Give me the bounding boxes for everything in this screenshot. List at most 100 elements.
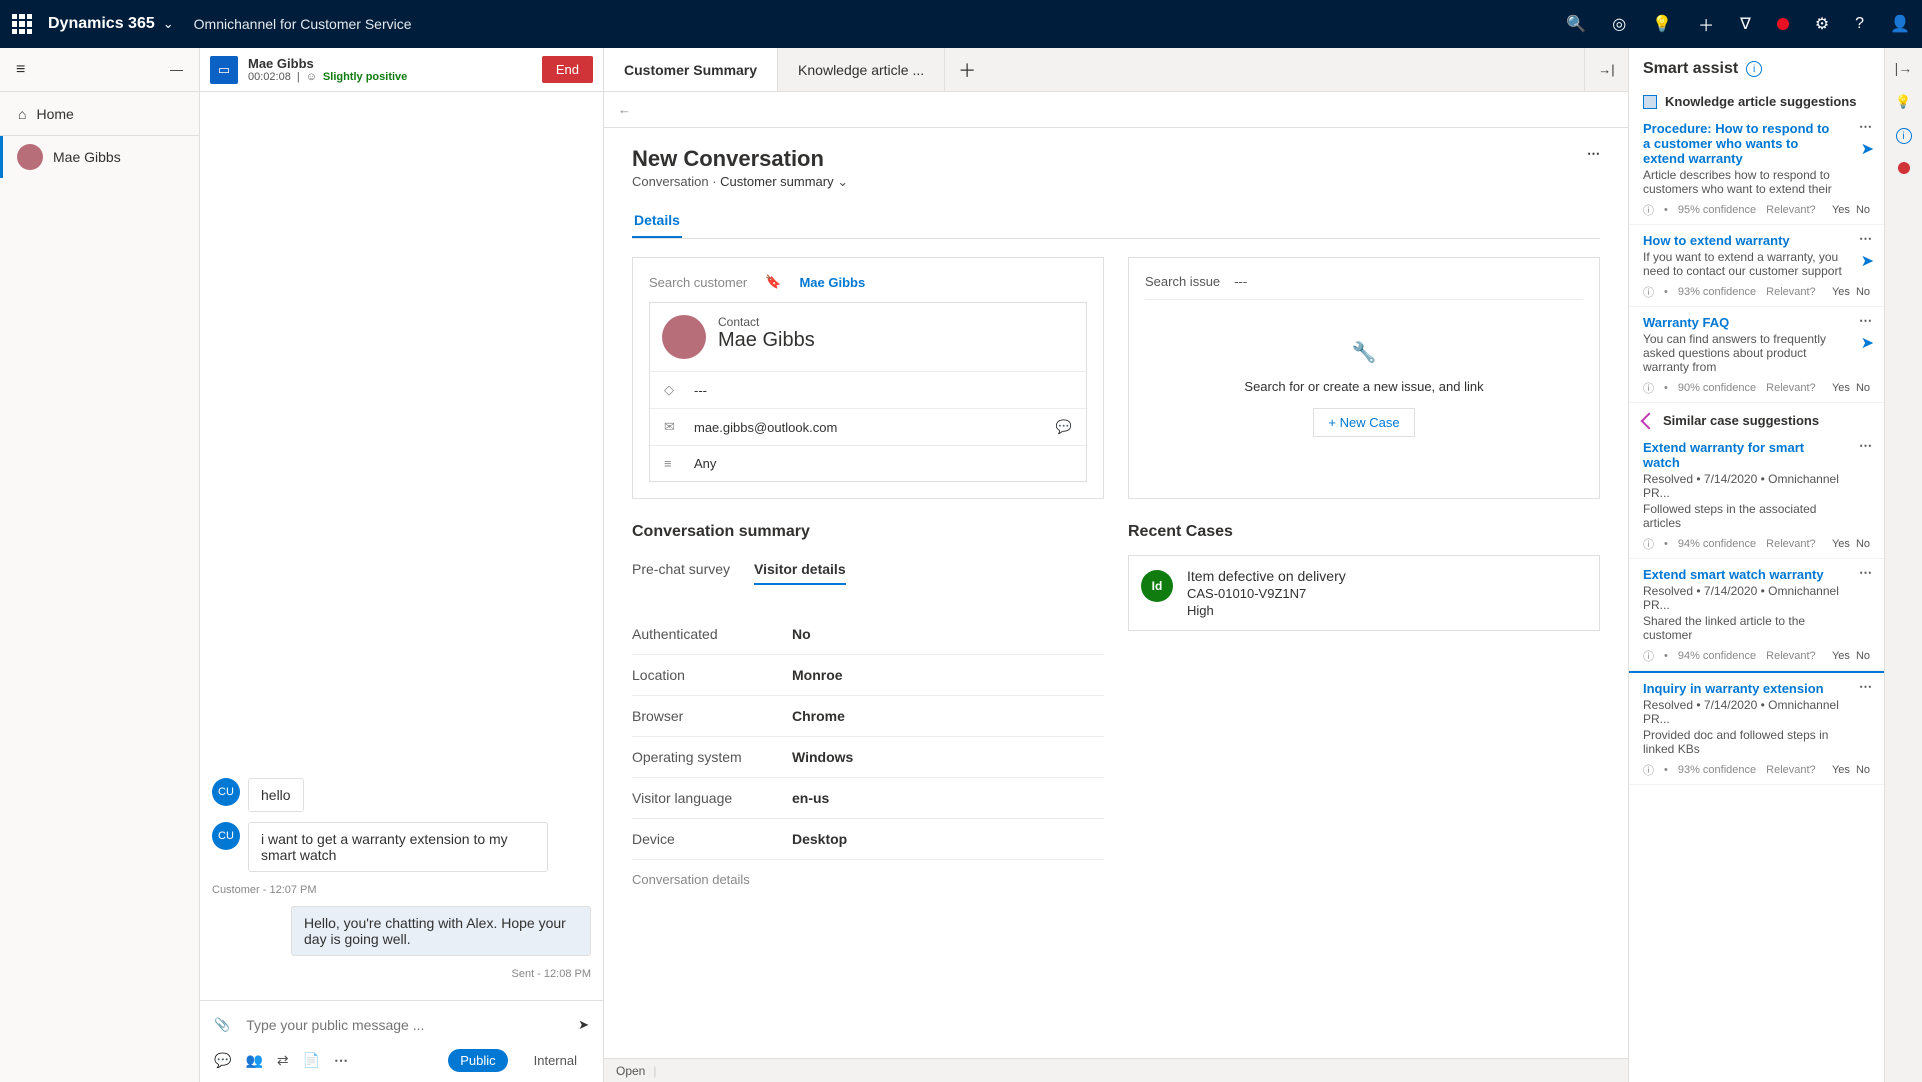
info-icon[interactable]: i bbox=[1896, 128, 1912, 144]
app-name: Omnichannel for Customer Service bbox=[194, 16, 412, 32]
send-icon[interactable]: ➤ bbox=[578, 1017, 589, 1033]
consult-icon[interactable]: 👥 bbox=[245, 1052, 262, 1069]
search-customer-label[interactable]: Search customer bbox=[649, 275, 747, 290]
search-icon[interactable]: 🔍 bbox=[1566, 14, 1586, 34]
suggestion-item[interactable]: How to extend warranty ➤ If you want to … bbox=[1629, 225, 1884, 307]
brand-name[interactable]: Dynamics 365 bbox=[48, 15, 155, 33]
breadcrumb: Conversation · Customer summary ⌄ bbox=[632, 174, 848, 190]
quick-reply-icon[interactable]: 💬 bbox=[214, 1052, 231, 1069]
section-title: Conversation summary bbox=[632, 523, 1104, 541]
list-icon: ≡ bbox=[664, 456, 680, 471]
sentiment-icon: ☺ bbox=[306, 71, 317, 83]
message-input[interactable] bbox=[240, 1011, 568, 1039]
add-icon[interactable]: ＋ bbox=[1698, 12, 1714, 36]
bookmark-icon: 🔖 bbox=[765, 274, 781, 290]
chat-icon[interactable]: 💬 bbox=[1056, 419, 1072, 435]
case-item[interactable]: Id Item defective on delivery CAS-01010-… bbox=[1128, 555, 1600, 631]
filter-icon[interactable]: ∇ bbox=[1740, 14, 1751, 34]
suggestion-item[interactable]: Warranty FAQ ➤ You can find answers to f… bbox=[1629, 307, 1884, 403]
case-section: Similar case suggestions bbox=[1629, 409, 1884, 432]
info-icon[interactable]: i bbox=[1746, 61, 1762, 77]
smart-assist-panel: Smart assist i Knowledge article suggest… bbox=[1628, 48, 1922, 1082]
tab-prechat[interactable]: Pre-chat survey bbox=[632, 555, 730, 585]
app-launcher-icon[interactable] bbox=[12, 14, 32, 34]
chat-message: hello bbox=[248, 778, 304, 812]
relevant-no[interactable]: No bbox=[1856, 538, 1870, 550]
suggestion-item[interactable]: Inquiry in warranty extension Resolved •… bbox=[1629, 671, 1884, 785]
relevant-yes[interactable]: Yes bbox=[1832, 538, 1850, 550]
chat-message: i want to get a warranty extension to my… bbox=[248, 822, 548, 872]
more-icon[interactable] bbox=[1859, 313, 1872, 329]
wrench-icon: 🔧 bbox=[1352, 340, 1377, 365]
more-commands-icon[interactable] bbox=[1587, 146, 1600, 162]
tab-visitor-details[interactable]: Visitor details bbox=[754, 555, 846, 585]
relevant-yes[interactable]: Yes bbox=[1832, 204, 1850, 216]
relevant-yes[interactable]: Yes bbox=[1832, 764, 1850, 776]
suggestion-item[interactable]: Procedure: How to respond to a customer … bbox=[1629, 113, 1884, 225]
user-icon[interactable]: 👤 bbox=[1890, 14, 1910, 34]
global-header: Dynamics 365 ⌄ Omnichannel for Customer … bbox=[0, 0, 1922, 48]
rail-collapse-icon[interactable]: — bbox=[170, 62, 183, 77]
notes-icon[interactable]: 📄 bbox=[303, 1052, 320, 1069]
presence-indicator[interactable] bbox=[1777, 18, 1789, 30]
more-icon[interactable] bbox=[1859, 231, 1872, 247]
suggestion-item[interactable]: Extend warranty for smart watch Resolved… bbox=[1629, 432, 1884, 559]
issue-card: Search issue --- 🔧 Search for or create … bbox=[1128, 257, 1600, 499]
smart-assist-rail: |→ 💡 i bbox=[1884, 48, 1922, 1082]
customer-tag[interactable]: Mae Gibbs bbox=[799, 275, 865, 290]
relevant-yes[interactable]: Yes bbox=[1832, 382, 1850, 394]
session-name: Mae Gibbs bbox=[53, 149, 121, 165]
suggestion-item[interactable]: Extend smart watch warranty Resolved • 7… bbox=[1629, 559, 1884, 671]
more-icon[interactable] bbox=[1859, 438, 1872, 454]
relevant-yes[interactable]: Yes bbox=[1832, 650, 1850, 662]
chevron-down-icon[interactable]: ⌄ bbox=[837, 174, 848, 189]
customer-card: Search customer 🔖 Mae Gibbs Contact Mae … bbox=[632, 257, 1104, 499]
home-nav[interactable]: ⌂ Home bbox=[0, 92, 199, 136]
search-issue-label[interactable]: Search issue bbox=[1145, 274, 1220, 289]
case-icon: Id bbox=[1141, 570, 1173, 602]
transfer-icon[interactable]: ⇄ bbox=[277, 1052, 289, 1069]
section-title: Recent Cases bbox=[1128, 523, 1600, 541]
more-icon[interactable] bbox=[1859, 679, 1872, 695]
more-label[interactable]: Conversation details bbox=[632, 860, 1104, 899]
attachment-icon[interactable]: 📎 bbox=[214, 1017, 230, 1033]
internal-toggle[interactable]: Internal bbox=[522, 1049, 589, 1072]
send-icon[interactable]: ➤ bbox=[1861, 139, 1874, 159]
send-icon[interactable]: ➤ bbox=[1861, 251, 1874, 271]
tab-customer-summary[interactable]: Customer Summary bbox=[604, 48, 778, 91]
record-icon[interactable] bbox=[1898, 162, 1910, 174]
tab-knowledge-article[interactable]: Knowledge article ... bbox=[778, 48, 945, 91]
relevant-no[interactable]: No bbox=[1856, 382, 1870, 394]
relevant-no[interactable]: No bbox=[1856, 650, 1870, 662]
avatar bbox=[17, 144, 43, 170]
more-icon[interactable] bbox=[1859, 119, 1872, 135]
relevant-yes[interactable]: Yes bbox=[1832, 286, 1850, 298]
send-icon[interactable]: ➤ bbox=[1861, 333, 1874, 353]
relevant-no[interactable]: No bbox=[1856, 204, 1870, 216]
lightbulb-icon[interactable]: 💡 bbox=[1895, 94, 1911, 110]
session-item[interactable]: Mae Gibbs bbox=[0, 136, 199, 178]
chevron-down-icon[interactable]: ⌄ bbox=[163, 16, 174, 32]
lightbulb-icon[interactable]: 💡 bbox=[1652, 14, 1672, 34]
channel-icon: ▭ bbox=[210, 56, 238, 84]
public-toggle[interactable]: Public bbox=[448, 1049, 507, 1072]
hamburger-icon[interactable]: ≡ bbox=[16, 61, 25, 79]
contact-name[interactable]: Mae Gibbs bbox=[718, 329, 815, 352]
task-icon[interactable]: ◎ bbox=[1612, 14, 1626, 34]
details-tab[interactable]: Details bbox=[632, 204, 682, 238]
more-icon[interactable] bbox=[334, 1052, 348, 1069]
more-icon[interactable] bbox=[1859, 565, 1872, 581]
tab-overflow-icon[interactable]: →| bbox=[1584, 48, 1628, 91]
chat-panel: ▭ Mae Gibbs 00:02:08 | ☺ Slightly positi… bbox=[200, 48, 604, 1082]
back-icon[interactable]: ← bbox=[618, 102, 631, 117]
avatar bbox=[662, 315, 706, 359]
relevant-no[interactable]: No bbox=[1856, 286, 1870, 298]
help-icon[interactable]: ? bbox=[1855, 15, 1864, 33]
add-tab-button[interactable]: ＋ bbox=[945, 48, 989, 91]
gear-icon[interactable]: ⚙ bbox=[1815, 14, 1829, 34]
end-button[interactable]: End bbox=[542, 56, 593, 83]
new-case-button[interactable]: + New Case bbox=[1313, 408, 1414, 437]
contact-email[interactable]: mae.gibbs@outlook.com bbox=[694, 420, 837, 435]
relevant-no[interactable]: No bbox=[1856, 764, 1870, 776]
expand-icon[interactable]: |→ bbox=[1895, 60, 1913, 76]
